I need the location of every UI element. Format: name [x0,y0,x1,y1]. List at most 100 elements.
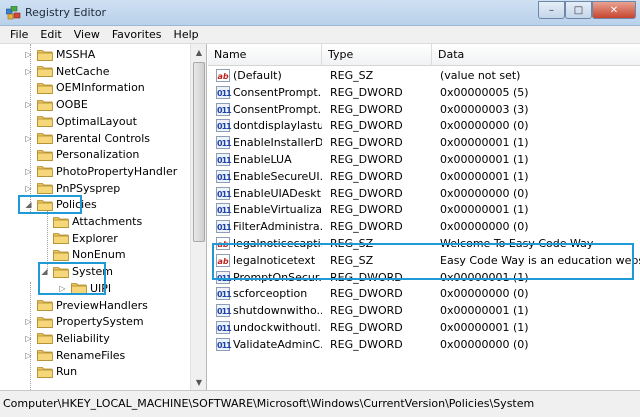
binary-value-icon: 011 [216,119,232,133]
tree-item[interactable]: ▷ PropertySystem [24,313,144,330]
tree-item[interactable]: Personalization [24,146,139,163]
tree-item[interactable]: ▷ PhotoPropertyHandler [24,163,177,180]
tree-item[interactable]: ▷ NetCache [24,63,109,80]
value-name-cell: EnableLUA [233,153,292,166]
tree-item[interactable]: ▷ OOBE [24,96,87,113]
expander-arrow-icon[interactable]: ▷ [24,317,33,326]
value-type-cell: REG_DWORD [330,186,403,200]
value-name-cell: (Default) [233,69,282,82]
folder-icon [37,49,53,61]
column-header-type[interactable]: Type [322,44,432,66]
table-row[interactable]: 011 ValidateAdminC... REG_DWORD 0x00000000 … [208,336,640,353]
expander-arrow-icon[interactable]: ▷ [24,184,33,193]
folder-icon [37,66,53,78]
tree-item-label: PhotoPropertyHandler [56,164,178,178]
tree-item-label: RenameFiles [56,348,126,362]
table-row[interactable]: 011 undockwithoutl... REG_DWORD 0x00000001 … [208,319,640,336]
close-button[interactable]: ✕ [592,1,636,19]
expander-arrow-icon[interactable]: ▷ [24,67,33,76]
highlight-policies [18,195,82,214]
folder-icon [37,316,53,328]
folder-icon [37,166,53,178]
menu-edit[interactable]: Edit [34,28,67,41]
expander-arrow-icon[interactable]: ▷ [24,334,33,343]
tree-scroll-thumb[interactable] [193,62,205,242]
value-data-cell: 0x00000000 (0) [440,220,529,234]
column-header-data[interactable]: Data [432,44,640,66]
scroll-down-arrow-icon[interactable]: ▼ [191,374,206,390]
menu-favorites[interactable]: Favorites [106,28,168,41]
value-type-cell: REG_SZ [330,69,374,82]
table-row[interactable]: 011EnableVirtualizat... REG_DWORD 0x000000… [208,201,640,218]
registry-tree-pane[interactable]: ▲ ▼ ▷ MSSHA ▷ NetCache OEMInformation ▷ OOBE Op… [0,44,207,390]
value-name-cell: FilterAdministra... [233,220,322,234]
registry-editor-icon [6,6,21,20]
tree-item[interactable]: OptimalLayout [24,113,137,130]
value-name-cell: undockwithoutl... [233,321,322,334]
folder-icon [53,233,69,245]
table-row[interactable]: 011 shutdownwitho... REG_DWORD 0x00000001 (… [208,302,640,319]
tree-item[interactable]: ▷ Reliability [24,330,109,347]
tree-item[interactable]: Run [24,363,77,380]
status-path: Computer\HKEY_LOCAL_MACHINE\SOFTWARE\Mic… [3,397,535,410]
expander-arrow-icon[interactable]: ▷ [24,100,33,109]
folder-icon [37,183,53,194]
string-value-icon: ab [216,69,230,82]
value-name-cell: ValidateAdminC... [233,337,322,351]
binary-value-icon: 011 [216,220,232,234]
tree-item[interactable]: Explorer [40,230,118,247]
folder-icon [53,216,69,228]
table-row[interactable]: ab (Default) REG_SZ (value not set) [208,67,640,84]
table-row[interactable]: 011 ConsentPrompt... REG_DWORD 0x00000003 (… [208,101,640,118]
tree-item[interactable]: NonEnum [40,246,126,263]
table-row[interactable]: 011 EnableSecureUI... REG_DWORD 0x00000001 … [208,168,640,185]
expander-arrow-icon[interactable]: ▷ [24,167,33,176]
tree-item-label: Attachments [72,215,143,228]
value-data-cell: 0x00000001 (1) [440,169,529,183]
maximize-button[interactable]: □ [565,1,592,19]
value-type-cell: REG_DWORD [330,220,403,234]
tree-item[interactable]: ▷ RenameFiles [24,347,125,364]
tree-item[interactable]: OEMInformation [24,79,145,96]
value-type-cell: REG_DWORD [330,85,403,99]
value-data-cell: 0x00000001 (1) [440,203,529,217]
tree-item-label: PreviewHandlers [56,298,148,312]
table-row[interactable]: 011 FilterAdministra... REG_DWORD 0x0000000… [208,218,640,235]
value-name-cell: ConsentPrompt... [233,102,322,116]
value-data-cell: 0x00000001 (1) [440,136,529,150]
tree-item[interactable]: PreviewHandlers [24,297,148,314]
value-name-cell: EnableUIADeskt... [233,186,322,200]
folder-icon [37,333,53,345]
table-row[interactable]: 011 EnableUIADeskt... REG_DWORD 0x00000000 … [208,185,640,202]
window-controls: – □ ✕ [538,1,636,19]
table-row[interactable]: 011 scforceoption REG_DWORD 0x00000000 (0) [208,285,640,302]
value-name-cell: EnableVirtualizat... [233,203,322,217]
tree-item-label: PropertySystem [56,315,144,329]
table-row[interactable]: 011 EnableLUA REG_DWORD 0x00000001 (1) [208,151,640,168]
window-title: Registry Editor [25,6,107,19]
tree-scrollbar[interactable]: ▲ ▼ [190,44,206,390]
table-row[interactable]: 011 ConsentPrompt... REG_DWORD 0x00000005 (… [208,84,640,101]
menu-help[interactable]: Help [168,28,205,41]
tree-item[interactable]: ▷ MSSHA [24,46,95,63]
column-header-name[interactable]: Name [208,44,322,66]
table-row[interactable]: 011dontdisplaylastu... REG_DWORD 0x0000000… [208,117,640,134]
folder-icon [37,350,53,361]
tree-item[interactable]: ▷ Parental Controls [24,130,150,147]
minimize-button[interactable]: – [538,1,565,19]
folder-icon [37,82,53,94]
expander-arrow-icon[interactable]: ▷ [24,50,33,59]
binary-value-icon: 011 [216,85,232,99]
folder-icon [37,149,53,161]
expander-arrow-icon[interactable]: ▷ [24,134,33,143]
binary-value-icon: 011 [216,136,232,150]
menu-file[interactable]: File [4,28,34,41]
tree-item[interactable]: Attachments [40,213,142,230]
table-row[interactable]: 011EnableInstallerD... REG_DWORD 0x0000000… [208,134,640,151]
menu-bar: File Edit View Favorites Help [0,26,640,44]
scroll-up-arrow-icon[interactable]: ▲ [191,44,206,60]
values-list-pane[interactable]: Name Type Data ab (Default) REG_SZ (value n… [208,44,640,390]
tree-item-label: Run [56,365,78,379]
menu-view[interactable]: View [68,28,106,41]
expander-arrow-icon[interactable]: ▷ [24,351,33,360]
